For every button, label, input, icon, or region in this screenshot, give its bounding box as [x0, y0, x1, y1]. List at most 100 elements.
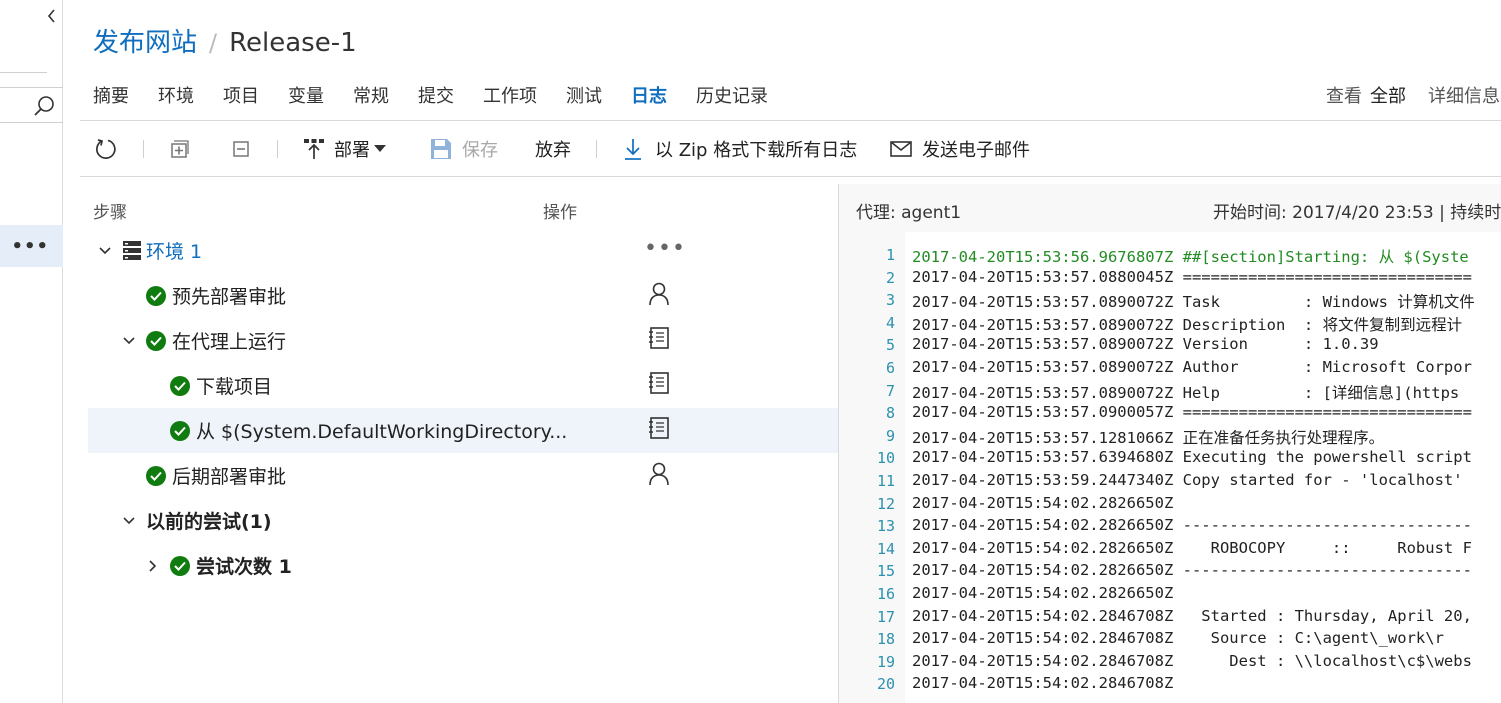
rail-more-button[interactable]: ••• — [0, 225, 63, 267]
steps-column-header: 步骤 — [93, 203, 127, 223]
log-line-number: 10 — [876, 449, 895, 468]
log-line: 2017-04-20T15:53:57.0880045Z ===========… — [912, 267, 1472, 286]
log-line-number: 3 — [885, 291, 895, 310]
chevron-down-icon[interactable] — [122, 336, 136, 345]
log-viewer[interactable]: 2017-04-20T15:53:56.9676807Z ##[section]… — [905, 232, 1501, 703]
log-line-number: 9 — [885, 426, 895, 445]
log-line: 2017-04-20T15:54:02.2826650Z -----------… — [912, 516, 1472, 535]
environment-more-actions-button[interactable]: ••• — [644, 236, 686, 261]
log-line: 2017-04-20T15:54:02.2826650Z ROBOCOPY ::… — [912, 538, 1472, 557]
log-file-icon[interactable] — [648, 327, 670, 349]
tree-row-run-on-agent[interactable]: 在代理上运行 — [88, 318, 838, 363]
toolbar-separator — [143, 140, 144, 158]
tree-row-copy-task[interactable]: 从 $(System.DefaultWorkingDirectory... — [88, 408, 838, 453]
log-start-time: 开始时间: 2017/4/20 23:53 | 持续时 — [1213, 203, 1501, 223]
refresh-button[interactable] — [94, 135, 118, 163]
download-icon — [625, 139, 641, 160]
chevron-left-icon — [47, 9, 55, 23]
log-agent-label: 代理: agent1 — [856, 203, 962, 223]
log-line: 2017-04-20T15:53:57.0890072Z Version : 1… — [912, 335, 1379, 354]
expand-all-button[interactable] — [169, 135, 189, 163]
log-line: 2017-04-20T15:54:02.2846708Z — [912, 674, 1174, 693]
download-logs-label: 以 Zip 格式下载所有日志 — [655, 140, 858, 161]
chevron-right-icon[interactable] — [146, 559, 160, 572]
tab-logs[interactable]: 日志 — [631, 82, 667, 114]
left-rail: ••• — [0, 0, 63, 703]
rail-search-box[interactable] — [0, 87, 63, 123]
log-line: 2017-04-20T15:53:57.6394680Z Executing t… — [912, 448, 1472, 467]
log-line-number: 4 — [885, 313, 895, 332]
deploy-label: 部署 — [334, 140, 370, 161]
log-line: 2017-04-20T15:54:02.2826650Z -----------… — [912, 561, 1472, 580]
log-file-icon[interactable] — [648, 372, 670, 394]
log-line: 2017-04-20T15:53:57.0900057Z ===========… — [912, 403, 1472, 422]
save-label: 保存 — [462, 140, 498, 161]
step-label: 预先部署审批 — [172, 286, 287, 308]
tree-row-download-artifacts[interactable]: 下载项目 — [88, 363, 838, 408]
tree-row-pre-approval[interactable]: 预先部署审批 — [88, 273, 838, 318]
breadcrumb-separator: / — [209, 29, 218, 57]
toolbar-separator — [277, 140, 278, 158]
view-label: 查看 — [1326, 86, 1362, 107]
log-line-number: 19 — [876, 652, 895, 671]
log-line-number: 5 — [885, 336, 895, 355]
step-label: 下载项目 — [196, 376, 273, 398]
log-line-number: 17 — [876, 607, 895, 626]
toolbar: 部署 保存 放弃 以 Zip 格式下载所有日志 发送电子邮件 — [80, 121, 1501, 177]
discard-label: 放弃 — [535, 140, 571, 161]
log-line: 2017-04-20T15:53:57.0890072Z Help : [详细信… — [912, 383, 1460, 402]
step-label: 在代理上运行 — [172, 331, 287, 353]
log-line: 2017-04-20T15:54:02.2826650Z — [912, 584, 1174, 602]
toolbar-separator — [596, 140, 597, 158]
log-line-number: 18 — [876, 630, 895, 649]
tab-commits[interactable]: 提交 — [418, 82, 454, 114]
page-title: Release-1 — [229, 28, 357, 58]
log-line-numbers: 1 2 3 4 5 6 7 8 9 10 11 12 13 14 15 16 17 18 19 20 — [839, 232, 905, 703]
tab-summary[interactable]: 摘要 — [93, 82, 129, 114]
chevron-down-icon[interactable] — [98, 246, 112, 255]
log-line: 2017-04-20T15:53:56.9676807Z ##[section]… — [912, 248, 1469, 266]
tree-row-environment[interactable]: 环境 1 ••• — [88, 228, 838, 273]
tree-row-attempt-1[interactable]: 尝试次数 1 — [88, 543, 838, 588]
refresh-icon — [96, 139, 116, 159]
tree-row-previous-attempts[interactable]: 以前的尝试(1) — [88, 498, 838, 543]
view-filter-dropdown[interactable]: 全部 — [1370, 86, 1406, 107]
deploy-dropdown-button[interactable]: 部署 — [302, 135, 386, 163]
log-line-number: 7 — [885, 381, 895, 400]
mail-icon — [890, 141, 912, 157]
log-line: 2017-04-20T15:54:02.2846708Z Source : C:… — [912, 629, 1444, 648]
chevron-down-icon[interactable] — [122, 516, 136, 525]
tab-artifacts[interactable]: 项目 — [223, 82, 259, 114]
details-link[interactable]: 详细信息 — [1428, 86, 1500, 107]
tab-environments[interactable]: 环境 — [158, 82, 194, 114]
search-icon[interactable] — [33, 95, 55, 117]
tab-bar: 摘要 环境 项目 变量 常规 提交 工作项 测试 日志 历史记录 — [93, 82, 797, 114]
tab-general[interactable]: 常规 — [353, 82, 389, 114]
log-line-number: 15 — [876, 562, 895, 581]
log-line-number: 12 — [876, 494, 895, 513]
collapse-all-button[interactable] — [231, 135, 251, 163]
collapse-rail-button[interactable] — [44, 6, 58, 26]
log-line: 2017-04-20T15:53:57.1281066Z 正在准备任务执行处理程… — [912, 428, 1385, 447]
log-header: 代理: agent1 开始时间: 2017/4/20 23:53 | 持续时 — [839, 184, 1501, 232]
tab-tests[interactable]: 测试 — [566, 82, 602, 114]
save-button[interactable]: 保存 — [430, 135, 498, 163]
attempt-label: 尝试次数 1 — [196, 556, 292, 578]
save-icon — [431, 139, 451, 159]
tab-variables[interactable]: 变量 — [288, 82, 324, 114]
send-email-button[interactable]: 发送电子邮件 — [890, 135, 1030, 163]
tree-row-post-approval[interactable]: 后期部署审批 — [88, 453, 838, 498]
tab-work-items[interactable]: 工作项 — [483, 82, 537, 114]
breadcrumb-release-definition-link[interactable]: 发布网站 — [93, 22, 197, 59]
tab-history[interactable]: 历史记录 — [696, 82, 768, 114]
previous-attempts-label: 以前的尝试(1) — [146, 511, 272, 533]
log-panel: 代理: agent1 开始时间: 2017/4/20 23:53 | 持续时 1… — [838, 184, 1501, 703]
environment-name-link[interactable]: 环境 1 — [146, 237, 202, 264]
log-line-number: 11 — [876, 472, 895, 490]
person-icon[interactable] — [648, 462, 670, 486]
log-line: 2017-04-20T15:53:59.2447340Z Copy starte… — [912, 471, 1463, 489]
download-logs-button[interactable]: 以 Zip 格式下载所有日志 — [623, 135, 857, 163]
log-file-icon[interactable] — [648, 417, 670, 439]
discard-button[interactable]: 放弃 — [535, 135, 571, 163]
person-icon[interactable] — [648, 282, 670, 306]
